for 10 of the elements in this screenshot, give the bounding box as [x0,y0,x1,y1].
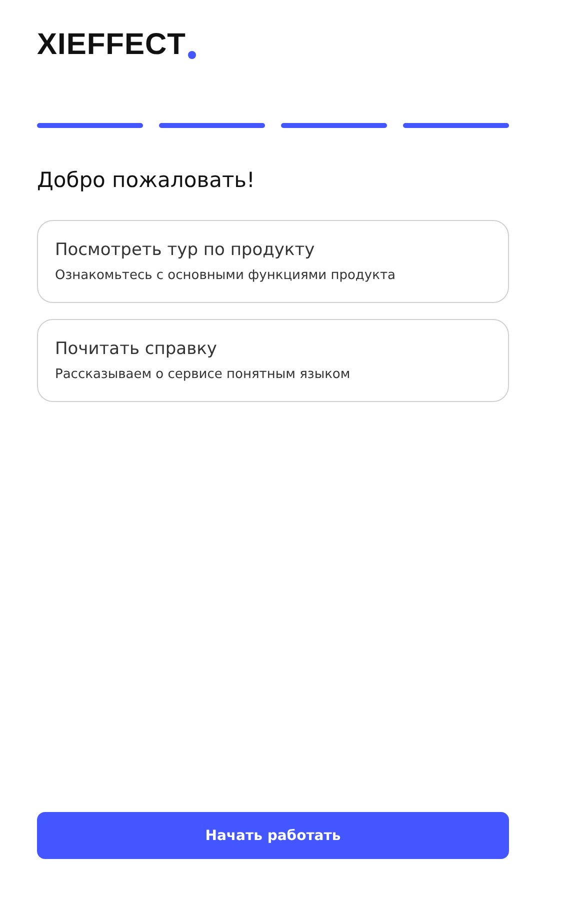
option-card[interactable]: Посмотреть тур по продукту Ознакомьтесь с основными функциями продукта [37,220,509,303]
card-description: Ознакомьтесь с основными функциями продукта [55,268,396,283]
card-description: Рассказываем о сервисе понятным языком [55,367,352,382]
start-button[interactable]: Начать работать [37,812,509,859]
option-card[interactable]: Почитать справку Рассказываем о сервисе понятным языком [37,319,509,402]
card-title: Почитать справку [55,339,218,359]
logo-dot-icon [188,51,196,59]
welcome-title: Добро пожаловать! [37,168,256,192]
logo-text: XIEFFECT [37,30,186,60]
card-title: Посмотреть тур по продукту [55,240,316,260]
